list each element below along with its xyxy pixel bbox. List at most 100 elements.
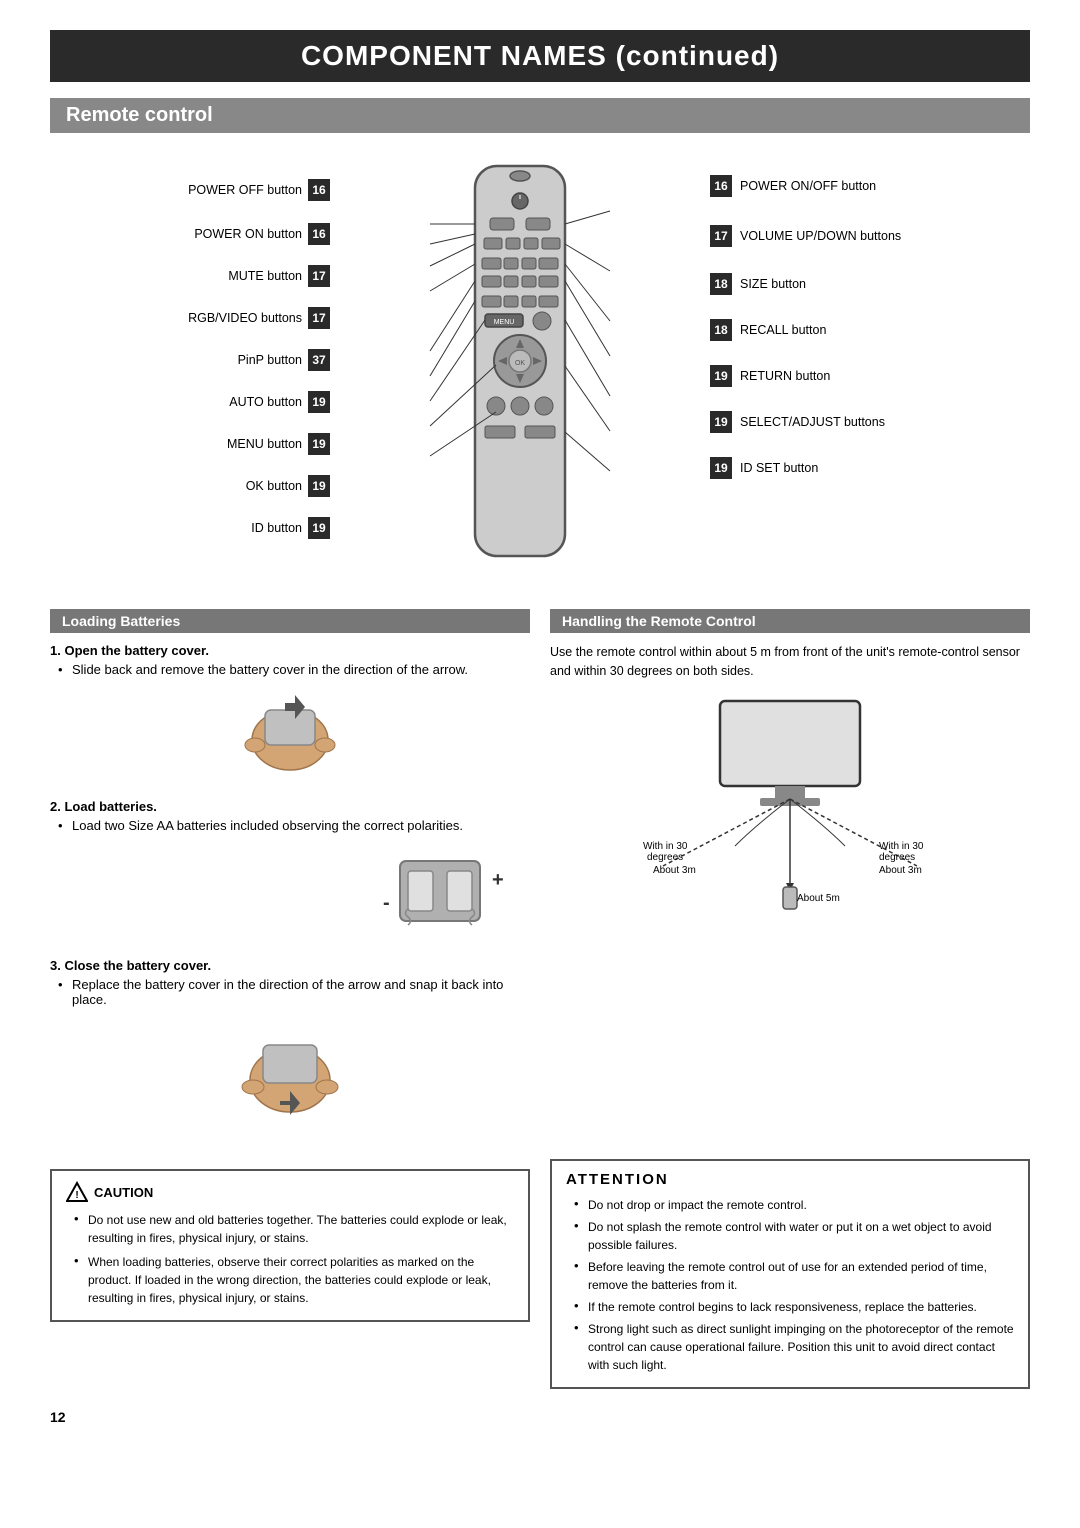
caution-bullet-0-text: Do not use new and old batteries togethe… xyxy=(88,1211,514,1247)
caution-triangle-icon: ! xyxy=(66,1181,88,1203)
attention-box: ATTENTION • Do not drop or impact the re… xyxy=(550,1159,1030,1389)
label-menu-text: MENU button xyxy=(227,437,302,451)
svg-text:About 5m: About 5m xyxy=(797,893,840,904)
handling-description: Use the remote control within about 5 m … xyxy=(550,643,1030,681)
label-recall: 18 RECALL button xyxy=(710,319,1030,341)
label-power-onoff: 16 POWER ON/OFF button xyxy=(710,175,1030,197)
label-id: ID button 19 xyxy=(50,517,330,539)
badge-auto: 19 xyxy=(308,391,330,413)
label-power-off: POWER OFF button 16 xyxy=(50,179,330,201)
label-volume-text: VOLUME UP/DOWN buttons xyxy=(740,229,901,243)
label-recall-text: RECALL button xyxy=(740,323,826,337)
caution-bullet-1-text: When loading batteries, observe their co… xyxy=(88,1253,514,1307)
step2-bullet-text: Load two Size AA batteries included obse… xyxy=(72,818,463,833)
label-return: 19 RETURN button xyxy=(710,365,1030,387)
label-pinp-text: PinP button xyxy=(238,353,302,367)
page-number: 12 xyxy=(50,1409,1030,1425)
badge-power-onoff: 16 xyxy=(710,175,732,197)
att-bullet-1-text: Do not splash the remote control with wa… xyxy=(588,1218,1014,1254)
badge-power-on: 16 xyxy=(308,223,330,245)
step1-bullet: • Slide back and remove the battery cove… xyxy=(50,662,530,677)
remote-svg: MENU OK xyxy=(420,156,620,576)
step1-svg xyxy=(225,685,355,785)
step1-block: 1. Open the battery cover. • Slide back … xyxy=(50,643,530,785)
label-menu: MENU button 19 xyxy=(50,433,330,455)
svg-text:OK: OK xyxy=(515,360,525,367)
step1-title: 1. Open the battery cover. xyxy=(50,643,530,658)
label-rgb: RGB/VIDEO buttons 17 xyxy=(50,307,330,329)
label-power-on: POWER ON button 16 xyxy=(50,223,330,245)
att-bullet-4-text: Strong light such as direct sunlight imp… xyxy=(588,1320,1014,1374)
svg-text:About 3m: About 3m xyxy=(879,865,922,876)
step2-block: 2. Load batteries. • Load two Size AA ba… xyxy=(50,799,530,944)
label-auto: AUTO button 19 xyxy=(50,391,330,413)
page-container: COMPONENT NAMES (continued) Remote contr… xyxy=(0,0,1080,1528)
svg-text:-: - xyxy=(383,892,390,914)
badge-recall: 18 xyxy=(710,319,732,341)
step2-diagram: + - xyxy=(50,841,530,944)
step2-svg: + - xyxy=(370,841,510,941)
step3-bullet: • Replace the battery cover in the direc… xyxy=(50,977,530,1007)
badge-mute: 17 xyxy=(308,265,330,287)
section-title: Remote control xyxy=(50,98,1030,133)
caution-box: ! CAUTION • Do not use new and old batte… xyxy=(50,1169,530,1322)
label-select-text: SELECT/ADJUST buttons xyxy=(740,415,885,429)
caution-bullet-1: • When loading batteries, observe their … xyxy=(66,1253,514,1307)
bottom-section: Loading Batteries 1. Open the battery co… xyxy=(50,609,1030,1139)
step2-bullet: • Load two Size AA batteries included ob… xyxy=(50,818,530,833)
attention-bullet-1: • Do not splash the remote control with … xyxy=(566,1218,1014,1254)
remote-right-labels: 16 POWER ON/OFF button 17 VOLUME UP/DOWN… xyxy=(710,151,1030,581)
label-id-set-text: ID SET button xyxy=(740,461,818,475)
label-rgb-text: RGB/VIDEO buttons xyxy=(188,311,302,325)
loading-batteries-title: Loading Batteries xyxy=(50,609,530,633)
badge-ok: 19 xyxy=(308,475,330,497)
label-auto-text: AUTO button xyxy=(229,395,302,409)
step3-block: 3. Close the battery cover. • Replace th… xyxy=(50,958,530,1125)
handling-svg: With in 30 degrees About 3m With in 30 d… xyxy=(635,691,945,911)
remote-image-container: MENU OK xyxy=(410,151,630,581)
label-ok: OK button 19 xyxy=(50,475,330,497)
svg-text:degrees: degrees xyxy=(879,852,915,863)
badge-menu: 19 xyxy=(308,433,330,455)
svg-text:With in 30: With in 30 xyxy=(643,841,688,852)
label-id-set: 19 ID SET button xyxy=(710,457,1030,479)
svg-text:MENU: MENU xyxy=(494,319,515,326)
handling-title: Handling the Remote Control xyxy=(550,609,1030,633)
caution-attention-section: ! CAUTION • Do not use new and old batte… xyxy=(50,1159,1030,1389)
caution-bullet-0: • Do not use new and old batteries toget… xyxy=(66,1211,514,1247)
handling-remote-col: Handling the Remote Control Use the remo… xyxy=(550,609,1030,1139)
label-power-onoff-text: POWER ON/OFF button xyxy=(740,179,876,193)
remote-left-labels: POWER OFF button 16 POWER ON button 16 M… xyxy=(50,151,330,581)
att-bullet-2-text: Before leaving the remote control out of… xyxy=(588,1258,1014,1294)
step3-diagram xyxy=(50,1015,530,1125)
label-size: 18 SIZE button xyxy=(710,273,1030,295)
attention-bullet-3: • If the remote control begins to lack r… xyxy=(566,1298,1014,1316)
label-volume: 17 VOLUME UP/DOWN buttons xyxy=(710,225,1030,247)
attention-bullet-4: • Strong light such as direct sunlight i… xyxy=(566,1320,1014,1374)
label-ok-text: OK button xyxy=(246,479,302,493)
svg-text:About 3m: About 3m xyxy=(653,865,696,876)
badge-power-off: 16 xyxy=(308,179,330,201)
caution-col: ! CAUTION • Do not use new and old batte… xyxy=(50,1159,530,1389)
att-bullet-0-text: Do not drop or impact the remote control… xyxy=(588,1196,807,1214)
caution-label: CAUTION xyxy=(94,1185,153,1200)
attention-bullet-0: • Do not drop or impact the remote contr… xyxy=(566,1196,1014,1214)
attention-title: ATTENTION xyxy=(566,1171,1014,1188)
label-size-text: SIZE button xyxy=(740,277,806,291)
badge-id-set: 19 xyxy=(710,457,732,479)
label-select-adjust: 19 SELECT/ADJUST buttons xyxy=(710,411,1030,433)
label-mute-text: MUTE button xyxy=(228,269,302,283)
step1-diagram xyxy=(50,685,530,785)
svg-text:degrees: degrees xyxy=(647,852,683,863)
att-bullet-3-text: If the remote control begins to lack res… xyxy=(588,1298,977,1316)
badge-size: 18 xyxy=(710,273,732,295)
step2-title: 2. Load batteries. xyxy=(50,799,530,814)
badge-rgb: 17 xyxy=(308,307,330,329)
badge-select: 19 xyxy=(710,411,732,433)
label-mute: MUTE button 17 xyxy=(50,265,330,287)
svg-text:With in 30: With in 30 xyxy=(879,841,924,852)
remote-diagram: POWER OFF button 16 POWER ON button 16 M… xyxy=(50,151,1030,581)
label-return-text: RETURN button xyxy=(740,369,830,383)
svg-text:!: ! xyxy=(75,1190,78,1201)
label-id-text: ID button xyxy=(251,521,302,535)
